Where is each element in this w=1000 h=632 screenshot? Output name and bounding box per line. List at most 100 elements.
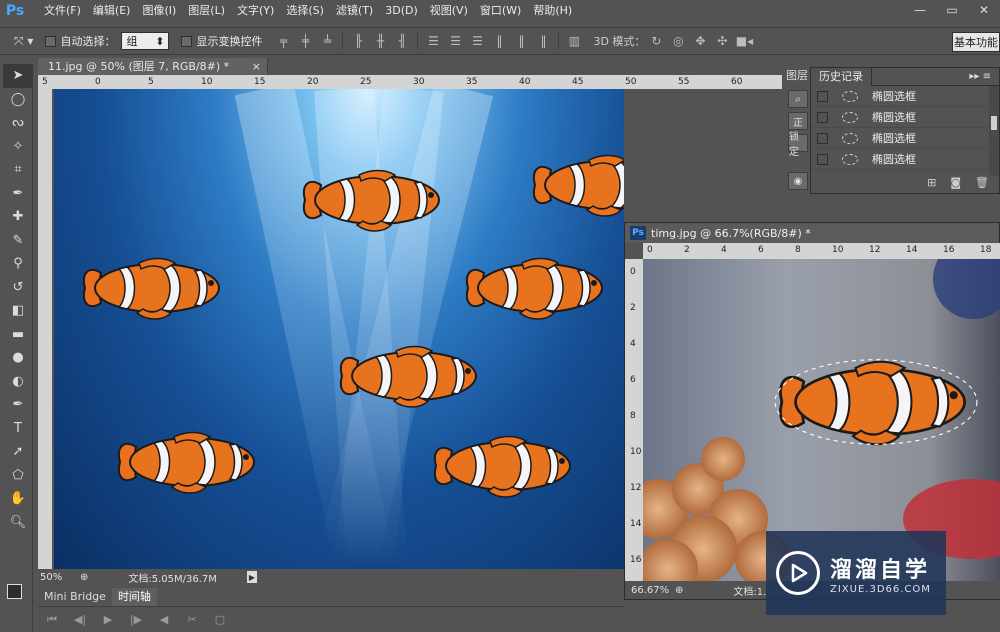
previous-frame-icon[interactable]: ◀| bbox=[66, 613, 94, 626]
document-tab-11jpg[interactable]: 11.jpg @ 50% (图层 7, RGB/8#) * × bbox=[38, 58, 268, 75]
hand-icon[interactable]: ✋ bbox=[3, 487, 33, 511]
camera-icon[interactable]: ◙ bbox=[950, 176, 961, 189]
3d-roll-icon[interactable]: ◎ bbox=[667, 31, 689, 51]
play-icon[interactable]: ▶ bbox=[94, 613, 122, 626]
history-entry[interactable]: 椭圆选框 bbox=[811, 128, 999, 149]
status-menu-icon[interactable]: ⊕ bbox=[675, 585, 683, 596]
lasso-icon[interactable]: ᔓ bbox=[3, 111, 33, 135]
distribute-top-icon[interactable]: ☰ bbox=[422, 31, 444, 51]
move-tool-icon[interactable]: ➤ bbox=[3, 64, 33, 88]
menu-filter[interactable]: 滤镜(T) bbox=[330, 0, 379, 22]
status-menu-icon[interactable]: ⊕ bbox=[80, 572, 88, 583]
distribute-right-icon[interactable]: ‖ bbox=[532, 31, 554, 51]
menu-file[interactable]: 文件(F) bbox=[38, 0, 87, 22]
crop-icon[interactable]: ⌗ bbox=[3, 158, 33, 182]
new-document-icon[interactable]: ⊞ bbox=[927, 176, 936, 189]
color-swatches[interactable] bbox=[7, 584, 29, 606]
clownfish[interactable] bbox=[79, 255, 229, 321]
align-right-icon[interactable]: ╢ bbox=[391, 31, 413, 51]
ellipse-marquee-icon[interactable]: ◯ bbox=[3, 88, 33, 112]
history-snapshot-checkbox[interactable] bbox=[817, 153, 828, 165]
history-snapshot-checkbox[interactable] bbox=[817, 111, 828, 123]
scrollbar-thumb[interactable] bbox=[991, 116, 997, 130]
pen-icon[interactable]: ✒ bbox=[3, 393, 33, 417]
3d-rotate-icon[interactable]: ↻ bbox=[645, 31, 667, 51]
clownfish[interactable] bbox=[336, 343, 486, 409]
workspace-switcher[interactable]: 基本功能 bbox=[952, 32, 1000, 52]
history-entry[interactable]: 椭圆选框 bbox=[811, 107, 999, 128]
menu-image[interactable]: 图像(I) bbox=[136, 0, 182, 22]
shape-icon[interactable]: ⬠ bbox=[3, 464, 33, 488]
status-expand-icon[interactable]: ▶ bbox=[246, 571, 257, 583]
panel-menu-icon[interactable]: ▸▸ ≡ bbox=[969, 71, 991, 82]
history-snapshot-checkbox[interactable] bbox=[817, 90, 828, 102]
menu-select[interactable]: 选择(S) bbox=[280, 0, 330, 22]
type-icon[interactable]: T bbox=[3, 417, 33, 441]
document-titlebar[interactable]: Ps timg.jpg @ 66.7%(RGB/8#) * bbox=[625, 223, 999, 243]
tab-mini-bridge[interactable]: Mini Bridge bbox=[38, 588, 112, 606]
audio-icon[interactable]: ◀ bbox=[150, 613, 178, 626]
clownfish[interactable] bbox=[529, 152, 624, 218]
history-scrollbar[interactable] bbox=[989, 86, 999, 176]
history-entry[interactable]: 椭圆选框 bbox=[811, 86, 999, 107]
auto-align-icon[interactable]: ▥ bbox=[563, 31, 585, 51]
maximize-button[interactable]: ▭ bbox=[936, 0, 968, 20]
close-tab-icon[interactable]: × bbox=[252, 58, 261, 75]
auto-select-dropdown[interactable]: 组 ⬍ bbox=[121, 32, 170, 50]
menu-type[interactable]: 文字(Y) bbox=[231, 0, 280, 22]
history-snapshot-checkbox[interactable] bbox=[817, 132, 828, 144]
transition-icon[interactable]: ▢ bbox=[206, 613, 234, 626]
split-icon[interactable]: ✂ bbox=[178, 613, 206, 626]
zoom-icon[interactable]: 🔍︎ bbox=[3, 511, 33, 535]
history-brush-icon[interactable]: ↺ bbox=[3, 276, 33, 300]
history-entry[interactable]: 椭圆选框 bbox=[811, 149, 999, 170]
auto-select-checkbox[interactable] bbox=[45, 35, 57, 47]
clownfish[interactable] bbox=[462, 255, 612, 321]
zoom-level[interactable]: 50% bbox=[38, 572, 80, 583]
align-left-icon[interactable]: ╟ bbox=[347, 31, 369, 51]
brush-icon[interactable]: ✎ bbox=[3, 229, 33, 253]
3d-slide-icon[interactable]: ✣ bbox=[711, 31, 733, 51]
tab-timeline[interactable]: 时间轴 bbox=[111, 588, 157, 606]
align-hcenter-icon[interactable]: ╫ bbox=[369, 31, 391, 51]
auto-select-option[interactable]: 自动选择： bbox=[45, 33, 115, 49]
minimize-button[interactable]: — bbox=[904, 0, 936, 20]
align-vcenter-icon[interactable]: ╪ bbox=[294, 31, 316, 51]
close-window-button[interactable]: ✕ bbox=[968, 0, 1000, 20]
selected-clownfish[interactable] bbox=[773, 357, 979, 447]
clownfish[interactable] bbox=[430, 433, 580, 499]
layers-search-icon[interactable]: ⌕ bbox=[788, 90, 808, 108]
go-first-frame-icon[interactable]: ⏮ bbox=[38, 613, 66, 627]
move-tool-icon[interactable]: ⤧ ▾ bbox=[14, 34, 33, 49]
distribute-bottom-icon[interactable]: ☰ bbox=[466, 31, 488, 51]
clownfish[interactable] bbox=[299, 167, 449, 233]
visibility-eye-icon[interactable]: ◉ bbox=[788, 172, 808, 190]
eyedropper-icon[interactable]: ✒ bbox=[3, 182, 33, 206]
align-top-icon[interactable]: ╤ bbox=[272, 31, 294, 51]
foreground-color[interactable] bbox=[7, 584, 22, 599]
eraser-icon[interactable]: ◧ bbox=[3, 299, 33, 323]
clownfish[interactable] bbox=[114, 429, 264, 495]
show-transform-option[interactable]: 显示变换控件 bbox=[181, 33, 262, 49]
zoom-level[interactable]: 66.67% bbox=[625, 585, 675, 596]
trash-icon[interactable]: 🗑︎ bbox=[975, 176, 989, 189]
history-tab[interactable]: 历史记录 bbox=[811, 67, 872, 86]
clone-stamp-icon[interactable]: ⚲ bbox=[3, 252, 33, 276]
3d-scale-icon[interactable]: ■◂ bbox=[733, 31, 755, 51]
show-transform-checkbox[interactable] bbox=[181, 35, 193, 47]
dodge-icon[interactable]: ◐ bbox=[3, 370, 33, 394]
magic-wand-icon[interactable]: ✧ bbox=[3, 135, 33, 159]
distribute-left-icon[interactable]: ‖ bbox=[488, 31, 510, 51]
menu-window[interactable]: 窗口(W) bbox=[474, 0, 527, 22]
distribute-vcenter-icon[interactable]: ☰ bbox=[444, 31, 466, 51]
menu-help[interactable]: 帮助(H) bbox=[527, 0, 578, 22]
3d-pan-icon[interactable]: ✥ bbox=[689, 31, 711, 51]
next-frame-icon[interactable]: |▶ bbox=[122, 613, 150, 626]
layers-tab[interactable]: 图层 bbox=[786, 67, 812, 85]
gradient-icon[interactable]: ▬ bbox=[3, 323, 33, 347]
align-bottom-icon[interactable]: ╧ bbox=[316, 31, 338, 51]
menu-layer[interactable]: 图层(L) bbox=[182, 0, 231, 22]
blur-icon[interactable]: ● bbox=[3, 346, 33, 370]
distribute-hcenter-icon[interactable]: ‖ bbox=[510, 31, 532, 51]
healing-brush-icon[interactable]: ✚ bbox=[3, 205, 33, 229]
